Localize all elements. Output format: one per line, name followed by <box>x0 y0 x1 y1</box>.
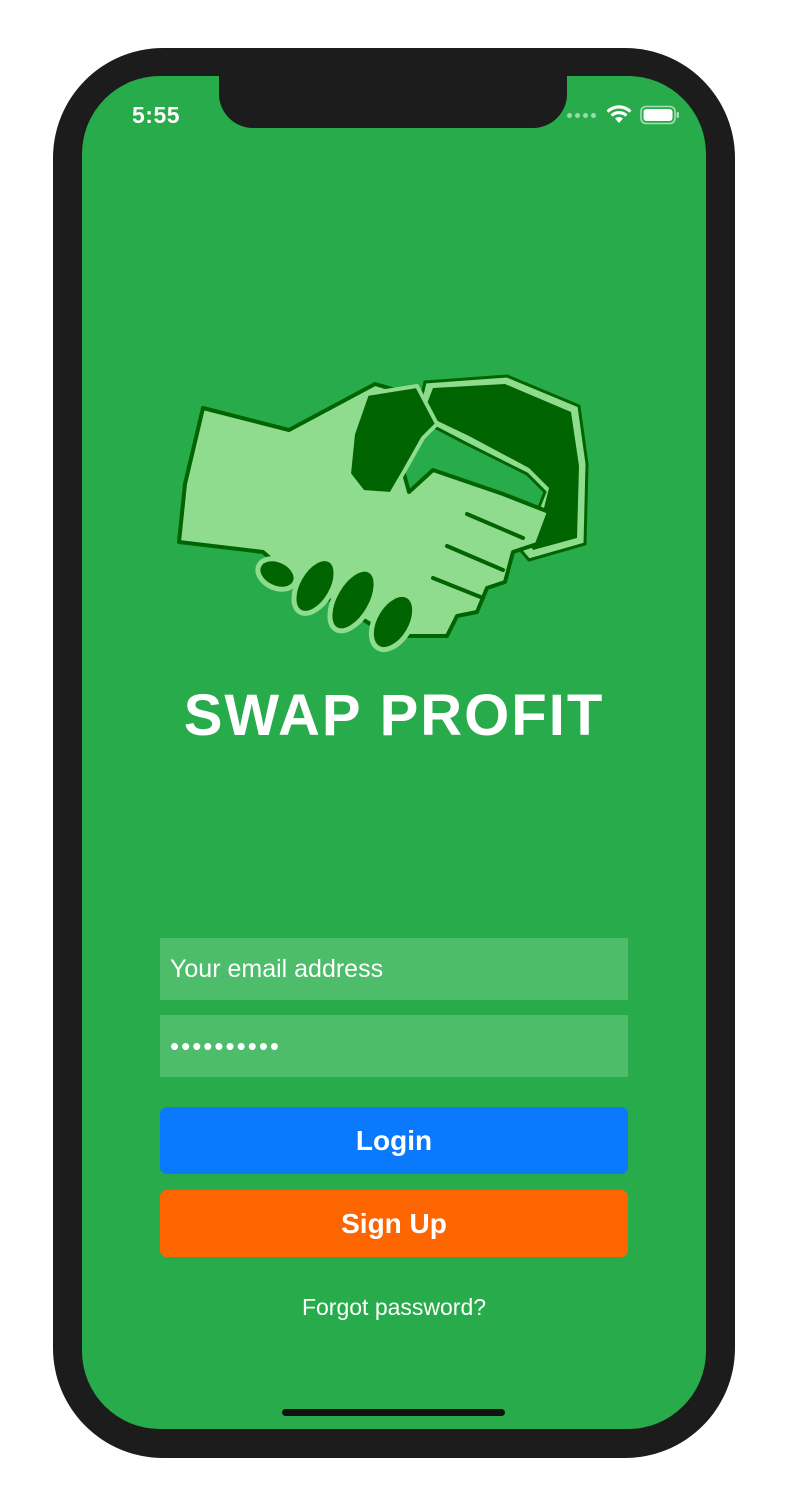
email-field[interactable] <box>160 938 628 1000</box>
signal-icon <box>567 112 596 118</box>
signup-button[interactable]: Sign Up <box>160 1190 628 1257</box>
battery-icon <box>640 105 679 125</box>
handshake-icon <box>177 374 589 652</box>
login-button[interactable]: Login <box>160 1107 628 1174</box>
forgot-password-link[interactable]: Forgot password? <box>82 1294 706 1321</box>
password-field[interactable] <box>160 1015 628 1077</box>
status-time: 5:55 <box>132 102 181 128</box>
status-icons <box>567 104 680 126</box>
device-notch <box>219 76 567 128</box>
app-title: SWAP PROFIT <box>183 683 605 748</box>
app-screen: 5:55 SWAP PROFIT Your email address ••••… <box>82 76 706 1429</box>
home-indicator[interactable] <box>282 1409 505 1416</box>
wifi-icon <box>606 105 632 123</box>
